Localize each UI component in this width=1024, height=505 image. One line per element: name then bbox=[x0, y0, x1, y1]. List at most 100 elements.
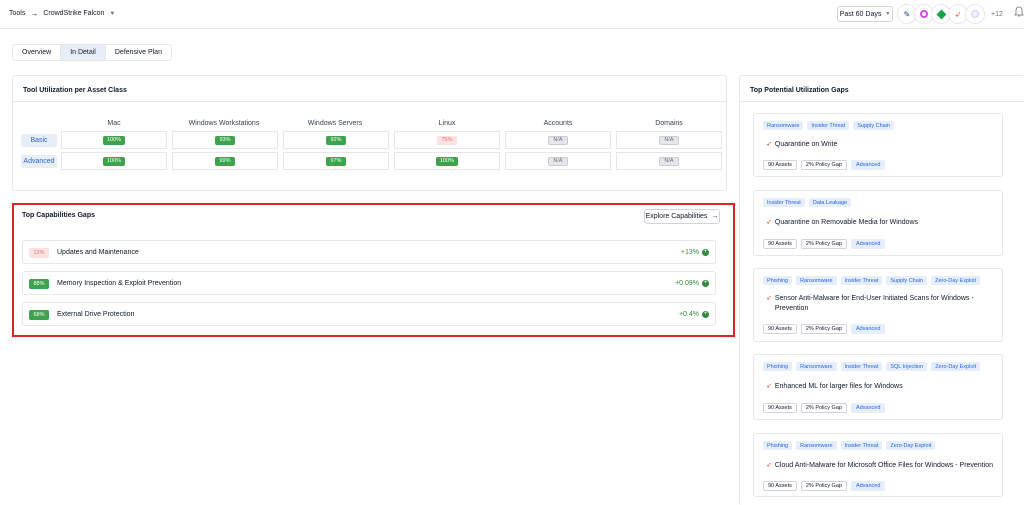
falcon-icon: ➶ bbox=[766, 141, 772, 148]
policy-gap-badge: 2% Policy Gap bbox=[800, 324, 847, 334]
plus-circle-icon[interactable]: + bbox=[702, 249, 709, 256]
threat-tags: Phishing Ransomware Insider Threat SQL I… bbox=[763, 362, 981, 371]
integration-icons: ✎ ➶ +12 bbox=[897, 4, 1003, 24]
more-integrations-count[interactable]: +12 bbox=[991, 11, 1003, 18]
threat-tag[interactable]: Ransomware bbox=[796, 276, 837, 285]
threat-tags: Insider Threat Data Leakage bbox=[763, 198, 852, 207]
threat-tag[interactable]: Insider Threat bbox=[840, 441, 883, 450]
threat-tag[interactable]: Zero-Day Exploit bbox=[931, 362, 981, 371]
table-cell[interactable]: 100% bbox=[61, 131, 167, 149]
threat-tag[interactable]: Zero-Day Exploit bbox=[931, 276, 981, 285]
gap-title: ➶ Quarantine on Removable Media for Wind… bbox=[766, 218, 996, 228]
threat-tag[interactable]: Supply Chain bbox=[886, 276, 928, 285]
gap-title-text: Quarantine on Removable Media for Window… bbox=[774, 219, 919, 226]
threat-tag[interactable]: Insider Threat bbox=[763, 198, 805, 207]
table-cell[interactable]: 99% bbox=[172, 152, 278, 170]
gap-card[interactable]: Phishing Ransomware Insider Threat Suppl… bbox=[753, 268, 1003, 342]
threat-tag[interactable]: Phishing bbox=[763, 362, 793, 371]
falcon-icon: ➶ bbox=[766, 219, 772, 226]
table-cell[interactable]: 92% bbox=[283, 131, 389, 149]
utilization-gaps-title: Top Potential Utilization Gaps bbox=[750, 87, 849, 94]
gap-title: ➶ Enhanced ML for larger files for Windo… bbox=[766, 382, 996, 392]
table-cell[interactable]: N/A bbox=[616, 152, 722, 170]
gap-card[interactable]: Ransomware Insider Threat Supply Chain ➶… bbox=[753, 113, 1003, 177]
utilization-pill: 99% bbox=[215, 156, 235, 166]
capability-name: Memory Inspection & Exploit Prevention bbox=[57, 280, 182, 287]
falcon-icon: ➶ bbox=[766, 383, 772, 390]
assets-badge: 90 Assets bbox=[763, 403, 797, 413]
utilization-pill: 97% bbox=[326, 156, 346, 166]
tab-in-detail[interactable]: In Detail bbox=[61, 45, 106, 60]
falcon-icon: ➶ bbox=[766, 295, 772, 302]
utilization-pill: N/A bbox=[659, 156, 679, 166]
capability-row[interactable]: 88% Memory Inspection & Exploit Preventi… bbox=[22, 271, 716, 295]
threat-tags: Phishing Ransomware Insider Threat Suppl… bbox=[763, 276, 981, 285]
gap-meta: 90 Assets 2% Policy Gap Advanced bbox=[763, 239, 886, 249]
assets-badge: 90 Assets bbox=[763, 324, 797, 334]
threat-tags: Ransomware Insider Threat Supply Chain bbox=[763, 121, 894, 130]
tab-defensive-plan[interactable]: Defensive Plan bbox=[105, 45, 171, 60]
plus-circle-icon[interactable]: + bbox=[702, 280, 709, 287]
threat-tag[interactable]: Data Leakage bbox=[808, 198, 852, 207]
tab-overview[interactable]: Overview bbox=[13, 45, 62, 60]
threat-tag[interactable]: Phishing bbox=[763, 276, 793, 285]
arrow-right-icon: → bbox=[30, 9, 39, 18]
threat-tag[interactable]: Ransomware bbox=[763, 121, 804, 130]
threat-tag[interactable]: Supply Chain bbox=[853, 121, 894, 130]
gap-card[interactable]: Phishing Ransomware Insider Threat SQL I… bbox=[753, 354, 1003, 420]
threat-tag[interactable]: Ransomware bbox=[796, 441, 837, 450]
capability-row[interactable]: 12% Updates and Maintenance +13% + bbox=[22, 240, 716, 264]
level-badge: Advanced bbox=[850, 403, 886, 413]
threat-tag[interactable]: Ransomware bbox=[796, 362, 837, 371]
table-cell[interactable]: 100% bbox=[61, 152, 167, 170]
column-header-domains: Domains bbox=[655, 120, 683, 127]
threat-tag[interactable]: Insider Threat bbox=[840, 362, 883, 371]
column-header-accounts: Accounts bbox=[543, 120, 573, 127]
row-label-advanced[interactable]: Advanced bbox=[21, 155, 57, 168]
threat-tag[interactable]: Insider Threat bbox=[840, 276, 883, 285]
assets-badge: 90 Assets bbox=[763, 160, 797, 170]
capability-percent: 12% bbox=[29, 248, 49, 258]
threat-tag[interactable]: SQL Injection bbox=[886, 362, 928, 371]
threat-tag[interactable]: Zero-Day Exploit bbox=[886, 441, 936, 450]
assets-badge: 90 Assets bbox=[763, 239, 797, 249]
table-cell[interactable]: 93% bbox=[172, 131, 278, 149]
capabilities-gaps-card: Top Capabilities Gaps Explore Capabiliti… bbox=[16, 207, 728, 333]
capability-delta-value: +13% bbox=[680, 249, 699, 256]
bell-icon[interactable] bbox=[1014, 6, 1024, 18]
table-cell[interactable]: 75% bbox=[394, 131, 500, 149]
faded-logo-icon[interactable] bbox=[965, 4, 985, 24]
explore-capabilities-button[interactable]: Explore Capabilities → bbox=[644, 209, 720, 224]
plus-circle-icon[interactable]: + bbox=[702, 311, 709, 318]
utilization-pill: 93% bbox=[215, 135, 235, 145]
date-range-value: Past 60 Days bbox=[839, 10, 882, 18]
column-header-windows-workstations: Windows Workstations bbox=[188, 120, 260, 127]
breadcrumb-tools[interactable]: Tools bbox=[9, 10, 25, 17]
gap-card[interactable]: Phishing Ransomware Insider Threat Zero-… bbox=[753, 433, 1003, 497]
arrow-right-icon: → bbox=[711, 213, 719, 220]
gap-card[interactable]: Insider Threat Data Leakage ➶ Quarantine… bbox=[753, 190, 1003, 256]
table-cell[interactable]: 100% bbox=[394, 152, 500, 170]
threat-tag[interactable]: Phishing bbox=[763, 441, 793, 450]
date-range-select[interactable]: Past 60 Days ▼ bbox=[837, 6, 893, 22]
table-cell[interactable]: N/A bbox=[505, 131, 611, 149]
capability-delta-value: +0.4% bbox=[678, 311, 699, 318]
table-cell[interactable]: 97% bbox=[283, 152, 389, 170]
threat-tag[interactable]: Insider Threat bbox=[807, 121, 850, 130]
capability-percent: 68% bbox=[29, 310, 49, 320]
utilization-pill: N/A bbox=[659, 135, 679, 145]
level-badge: Advanced bbox=[850, 160, 886, 170]
gap-title: ➶ Sensor Anti-Malware for End-User Initi… bbox=[766, 294, 996, 314]
column-header-windows-servers: Windows Servers bbox=[307, 120, 363, 127]
capability-name: Updates and Maintenance bbox=[57, 249, 139, 256]
row-label-basic[interactable]: Basic bbox=[21, 134, 57, 147]
table-cell[interactable]: N/A bbox=[505, 152, 611, 170]
utilization-pill: 75% bbox=[437, 135, 457, 145]
chevron-down-icon[interactable]: ▼ bbox=[109, 11, 115, 17]
tool-utilization-title: Tool Utilization per Asset Class bbox=[23, 87, 127, 94]
capability-delta: +0.09% + bbox=[675, 280, 709, 287]
tool-selector[interactable]: CrowdStrike Falcon bbox=[43, 10, 104, 17]
table-cell[interactable]: N/A bbox=[616, 131, 722, 149]
capability-row[interactable]: 68% External Drive Protection +0.4% + bbox=[22, 302, 716, 326]
divider bbox=[13, 101, 726, 102]
